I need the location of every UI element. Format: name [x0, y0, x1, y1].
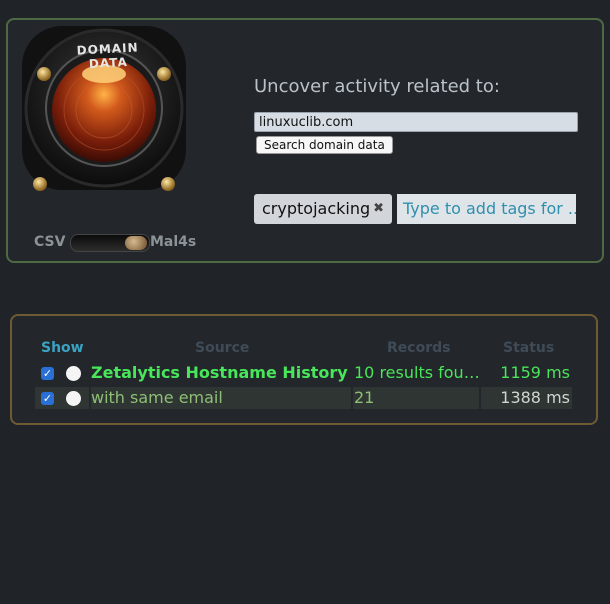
table-row: ✓ with same email 21 1388 ms	[35, 387, 572, 409]
status-cell: 1388 ms	[481, 387, 572, 409]
records-cell: 21	[353, 387, 479, 409]
column-header-records: Records	[387, 340, 451, 356]
select-radio[interactable]	[66, 366, 81, 381]
show-cell: ✓	[35, 387, 89, 409]
search-headline: Uncover activity related to:	[254, 76, 500, 97]
search-domain-button[interactable]: Search domain data	[256, 136, 393, 154]
table-row: ✓ Zetalytics Hostname History 10 results…	[35, 362, 572, 384]
column-header-show: Show	[41, 340, 84, 356]
switch-knob-icon[interactable]	[125, 236, 147, 250]
format-toggle[interactable]: CSV Mal4s	[34, 232, 204, 252]
show-checkbox[interactable]: ✓	[41, 392, 54, 405]
toggle-label-csv: CSV	[34, 234, 66, 250]
show-checkbox[interactable]: ✓	[41, 367, 54, 380]
source-cell: with same email	[91, 387, 351, 409]
tag-chip: cryptojacking ✖	[254, 194, 392, 224]
show-cell: ✓	[35, 362, 89, 384]
domain-input[interactable]	[254, 112, 578, 132]
column-header-status: Status	[503, 340, 555, 356]
gauge-title: DOMAIN DATA	[76, 40, 139, 71]
tag-input[interactable]: Type to add tags for ...	[397, 194, 576, 224]
tag-remove-icon[interactable]: ✖	[373, 194, 384, 224]
format-switch[interactable]	[70, 234, 150, 252]
toggle-label-mal4s: Mal4s	[150, 234, 197, 250]
tag-label: cryptojacking	[262, 199, 371, 218]
column-header-source: Source	[195, 340, 250, 356]
select-radio[interactable]	[66, 391, 81, 406]
source-cell: Zetalytics Hostname History	[91, 363, 348, 382]
records-cell: 10 results fou…	[354, 363, 479, 382]
status-cell: 1159 ms	[500, 363, 570, 382]
